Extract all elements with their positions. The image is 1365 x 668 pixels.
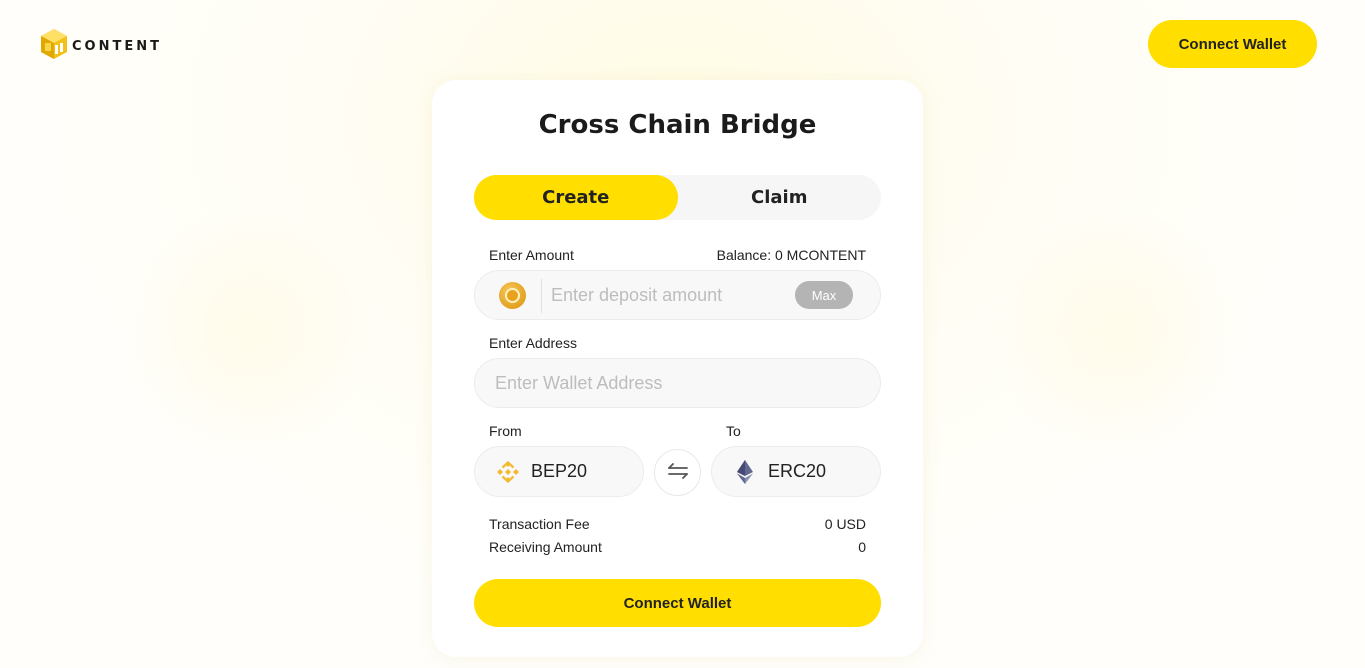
fee-label: Transaction Fee: [489, 516, 590, 532]
amount-label: Enter Amount: [489, 247, 574, 263]
mode-tabs: Create Claim: [474, 175, 881, 220]
to-chain-name: ERC20: [768, 461, 827, 481]
swap-arrows-icon: [667, 461, 689, 485]
page-title: Cross Chain Bridge: [538, 110, 817, 140]
field-divider: [541, 279, 542, 313]
connect-wallet-button[interactable]: Connect Wallet: [474, 579, 881, 627]
brand-logo[interactable]: CONTENT: [40, 28, 162, 64]
balance-text: Balance: 0 MCONTENT: [716, 247, 866, 263]
content-logo-icon: [40, 28, 68, 64]
header-connect-wallet-button[interactable]: Connect Wallet: [1148, 20, 1317, 68]
address-field: [474, 358, 881, 408]
transaction-fee-row: Transaction Fee 0 USD: [489, 516, 866, 532]
to-label: To: [726, 423, 741, 439]
bridge-card: Cross Chain Bridge Create Claim Enter Am…: [432, 80, 923, 657]
mcontent-coin-icon: [499, 282, 526, 309]
from-chain-name: BEP20: [531, 461, 588, 481]
tab-create[interactable]: Create: [474, 175, 678, 220]
deposit-amount-input[interactable]: [551, 271, 787, 319]
receiving-value: 0: [858, 539, 866, 555]
wallet-address-input[interactable]: [495, 359, 865, 407]
amount-field: Max: [474, 270, 881, 320]
address-label: Enter Address: [489, 335, 577, 351]
ethereum-icon: [732, 459, 758, 485]
from-chain-select[interactable]: BEP20: [474, 446, 644, 497]
max-button[interactable]: Max: [795, 281, 853, 309]
receiving-amount-row: Receiving Amount 0: [489, 539, 866, 555]
from-label: From: [489, 423, 522, 439]
tab-claim[interactable]: Claim: [678, 175, 882, 220]
fee-value: 0 USD: [824, 516, 866, 532]
receiving-label: Receiving Amount: [489, 539, 602, 555]
binance-icon: [495, 459, 521, 485]
to-chain-select[interactable]: ERC20: [711, 446, 881, 497]
swap-chains-button[interactable]: [654, 449, 701, 496]
logo-text: CONTENT: [72, 38, 162, 54]
